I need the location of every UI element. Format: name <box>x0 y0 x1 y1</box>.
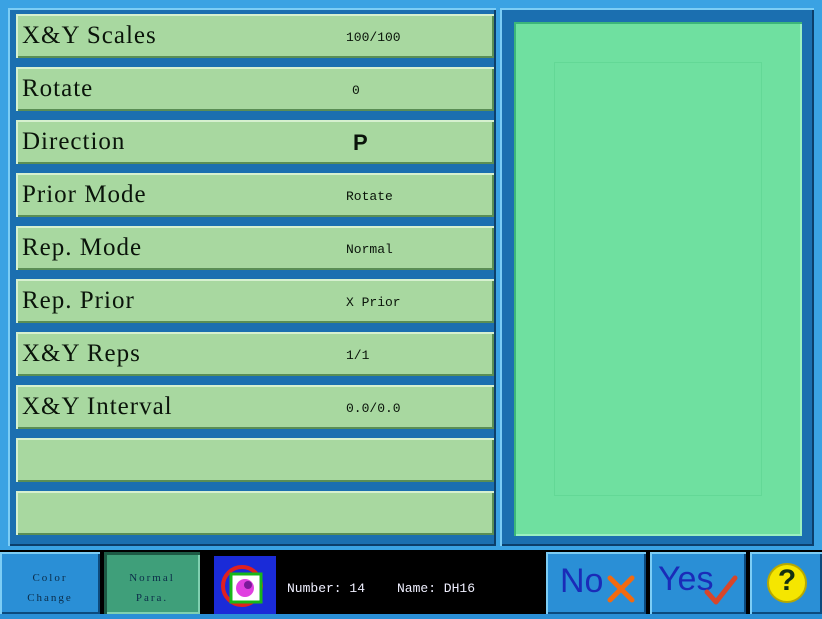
param-row-empty-2[interactable] <box>16 491 494 535</box>
param-value: P <box>353 130 368 155</box>
param-row-xy-reps[interactable]: X&Y Reps 1/1 <box>16 332 494 376</box>
param-row-rotate[interactable]: Rotate 0 <box>16 67 494 111</box>
yes-button[interactable]: Yes <box>650 552 746 614</box>
param-value: X Prior <box>346 295 401 310</box>
param-label: X&Y Scales <box>22 22 157 49</box>
pattern-icon[interactable] <box>214 556 276 614</box>
param-value: Rotate <box>346 189 393 204</box>
param-label: Prior Mode <box>22 181 147 208</box>
param-row-rep-mode[interactable]: Rep. Mode Normal <box>16 226 494 270</box>
pattern-name: Name: DH16 <box>397 581 476 596</box>
color-change-button[interactable]: Color Change <box>0 552 100 614</box>
param-value: 0.0/0.0 <box>346 401 401 416</box>
param-label: X&Y Interval <box>22 393 173 420</box>
param-row-xy-interval[interactable]: X&Y Interval 0.0/0.0 <box>16 385 494 429</box>
help-button[interactable]: ? <box>750 552 822 614</box>
normal-para-line2: Para. <box>135 592 169 604</box>
param-row-prior-mode[interactable]: Prior Mode Rotate <box>16 173 494 217</box>
param-row-empty-1[interactable] <box>16 438 494 482</box>
param-label: Rotate <box>22 75 94 102</box>
pattern-preview <box>514 22 802 536</box>
param-label: Direction <box>22 128 126 155</box>
param-value: 0 <box>352 83 360 98</box>
param-row-direction[interactable]: Direction P <box>16 120 494 164</box>
no-label: No <box>560 562 604 600</box>
cross-icon <box>607 575 635 603</box>
param-value: Normal <box>346 242 393 257</box>
pattern-thumbnail-icon <box>214 556 276 614</box>
param-label: Rep. Prior <box>22 287 135 314</box>
pattern-number: Number: 14 <box>287 581 366 596</box>
param-value: 100/100 <box>346 30 401 45</box>
help-label: ? <box>777 564 797 597</box>
preview-inner-border <box>554 62 762 496</box>
param-label: Rep. Mode <box>22 234 143 261</box>
no-button[interactable]: No <box>546 552 646 614</box>
normal-para-button[interactable]: Normal Para. <box>104 552 200 614</box>
param-row-rep-prior[interactable]: Rep. Prior X Prior <box>16 279 494 323</box>
param-value: 1/1 <box>346 348 370 363</box>
color-change-line1: Color <box>32 572 68 584</box>
param-label: X&Y Reps <box>22 340 141 367</box>
param-row-xy-scales[interactable]: X&Y Scales 100/100 <box>16 14 494 58</box>
checkmark-icon <box>704 575 738 605</box>
preview-panel <box>500 8 814 546</box>
color-change-line2: Change <box>27 592 73 604</box>
parameter-panel: X&Y Scales 100/100 Rotate 0 Direction P … <box>8 8 496 546</box>
normal-para-line1: Normal <box>129 572 175 584</box>
